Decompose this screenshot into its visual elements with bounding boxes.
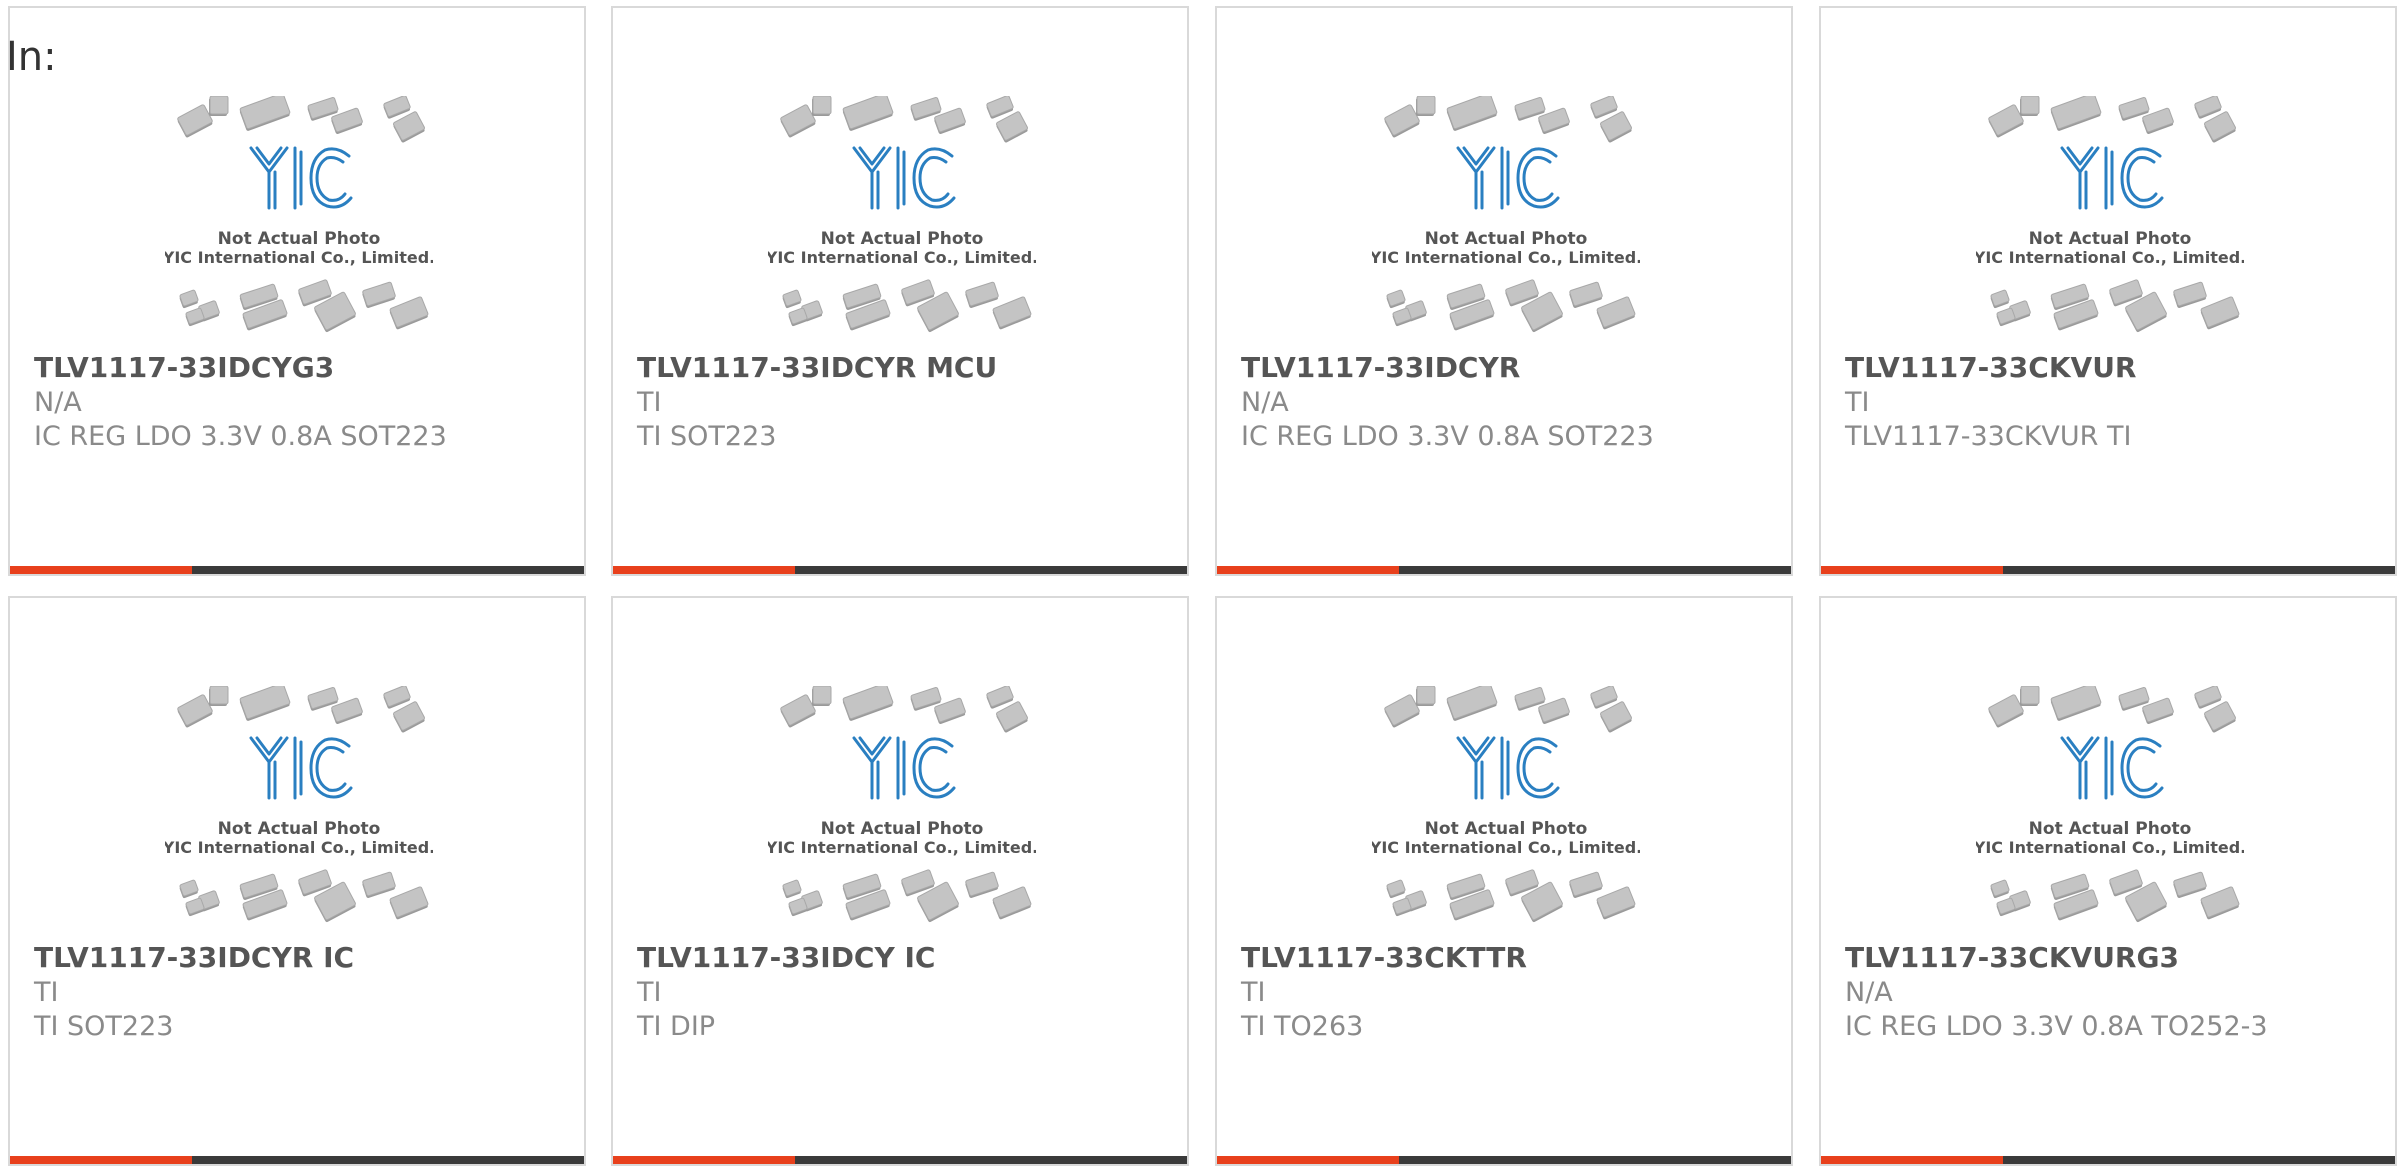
product-photo-placeholder: Not Actual Photo YIC International Co., L… (162, 92, 435, 336)
yic-logo-icon (2060, 146, 2164, 210)
product-grid: Not Actual Photo YIC International Co., L… (8, 6, 2400, 1167)
not-actual-photo-text: Not Actual Photo (821, 229, 984, 249)
yic-logo-icon (852, 736, 956, 800)
not-actual-photo-image: Not Actual PhotoYIC International Co., L… (162, 92, 435, 332)
card-footer-bar (1821, 566, 2395, 574)
not-actual-photo-image: Not Actual PhotoYIC International Co., L… (162, 682, 435, 922)
product-part-number[interactable]: TLV1117-33CKTTR (1241, 940, 1779, 976)
not-actual-photo-image: Not Actual PhotoYIC International Co., L… (1369, 682, 1642, 922)
card-footer-bar (1821, 1156, 2395, 1164)
product-part-number[interactable]: TLV1117-33IDCYR MCU (637, 350, 1175, 386)
product-part-number[interactable]: TLV1117-33IDCYR IC (34, 940, 572, 976)
product-description: TI SOT223 (637, 421, 777, 452)
not-actual-photo-text: Not Actual Photo (1425, 819, 1588, 839)
product-photo-placeholder: Not Actual Photo YIC International Co., L… (1973, 682, 2246, 926)
company-name-text: YIC International Co., Limited. (1372, 248, 1640, 267)
product-part-number[interactable]: TLV1117-33CKVUR (1845, 350, 2383, 386)
company-name-text: YIC International Co., Limited. (1372, 838, 1640, 857)
product-manufacturer: TI (1241, 977, 1266, 1008)
company-name-text: YIC International Co., Limited. (165, 838, 433, 857)
product-description: IC REG LDO 3.3V 0.8A SOT223 (1241, 421, 1654, 452)
not-actual-photo-image: Not Actual PhotoYIC International Co., L… (765, 682, 1038, 922)
product-manufacturer: TI (637, 387, 662, 418)
not-actual-photo-text: Not Actual Photo (1425, 229, 1588, 249)
product-card[interactable]: Not Actual Photo YIC International Co., L… (611, 6, 1189, 576)
card-footer-accent (1217, 566, 1399, 574)
not-actual-photo-image: Not Actual PhotoYIC International Co., L… (1973, 92, 2246, 332)
card-footer-accent (1821, 1156, 2003, 1164)
product-manufacturer: TI (637, 977, 662, 1008)
not-actual-photo-text: Not Actual Photo (2029, 229, 2192, 249)
card-footer-bar (613, 566, 1187, 574)
company-name-text: YIC International Co., Limited. (768, 248, 1036, 267)
product-description: TI DIP (637, 1011, 716, 1042)
company-name-text: YIC International Co., Limited. (1976, 838, 2244, 857)
product-photo-placeholder: Not Actual Photo YIC International Co., L… (162, 682, 435, 926)
product-photo-placeholder: Not Actual Photo YIC International Co., L… (765, 682, 1038, 926)
yic-logo-icon (2060, 736, 2164, 800)
card-footer-bar (10, 1156, 584, 1164)
card-footer-accent (10, 566, 192, 574)
not-actual-photo-image: Not Actual PhotoYIC International Co., L… (1973, 682, 2246, 922)
not-actual-photo-text: Not Actual Photo (2029, 819, 2192, 839)
product-manufacturer: N/A (1241, 387, 1289, 418)
product-card[interactable]: Not Actual Photo YIC International Co., L… (1819, 6, 2397, 576)
product-photo-placeholder: Not Actual Photo YIC International Co., L… (765, 92, 1038, 336)
product-manufacturer: TI (34, 977, 59, 1008)
card-footer-bar (613, 1156, 1187, 1164)
product-photo-placeholder: Not Actual Photo YIC International Co., L… (1973, 92, 2246, 336)
card-footer-bar (10, 566, 584, 574)
product-manufacturer: TI (1845, 387, 1870, 418)
page-label: In: (6, 34, 57, 80)
product-card[interactable]: Not Actual Photo YIC International Co., L… (1819, 596, 2397, 1166)
product-photo-placeholder: Not Actual Photo YIC International Co., L… (1369, 92, 1642, 336)
product-description: IC REG LDO 3.3V 0.8A SOT223 (34, 421, 447, 452)
product-card[interactable]: Not Actual Photo YIC International Co., L… (611, 596, 1189, 1166)
product-card[interactable]: Not Actual Photo YIC International Co., L… (1215, 596, 1793, 1166)
product-manufacturer: N/A (1845, 977, 1893, 1008)
product-part-number[interactable]: TLV1117-33IDCYG3 (34, 350, 572, 386)
not-actual-photo-image: Not Actual PhotoYIC International Co., L… (765, 92, 1038, 332)
product-card[interactable]: Not Actual Photo YIC International Co., L… (8, 596, 586, 1166)
card-footer-accent (1217, 1156, 1399, 1164)
product-description: TI SOT223 (34, 1011, 174, 1042)
company-name-text: YIC International Co., Limited. (165, 248, 433, 267)
card-footer-accent (1821, 566, 2003, 574)
product-card[interactable]: Not Actual Photo YIC International Co., L… (8, 6, 586, 576)
yic-logo-icon (249, 736, 353, 800)
product-manufacturer: N/A (34, 387, 82, 418)
not-actual-photo-text: Not Actual Photo (218, 819, 381, 839)
product-part-number[interactable]: TLV1117-33CKVURG3 (1845, 940, 2383, 976)
card-footer-accent (10, 1156, 192, 1164)
not-actual-photo-text: Not Actual Photo (821, 819, 984, 839)
product-description: IC REG LDO 3.3V 0.8A TO252-3 (1845, 1011, 2268, 1042)
product-photo-placeholder: Not Actual Photo YIC International Co., L… (1369, 682, 1642, 926)
card-footer-bar (1217, 1156, 1791, 1164)
not-actual-photo-text: Not Actual Photo (218, 229, 381, 249)
yic-logo-icon (1456, 146, 1560, 210)
card-footer-accent (613, 1156, 795, 1164)
yic-logo-icon (1456, 736, 1560, 800)
company-name-text: YIC International Co., Limited. (1976, 248, 2244, 267)
product-card[interactable]: Not Actual Photo YIC International Co., L… (1215, 6, 1793, 576)
company-name-text: YIC International Co., Limited. (768, 838, 1036, 857)
card-footer-bar (1217, 566, 1791, 574)
not-actual-photo-image: Not Actual PhotoYIC International Co., L… (1369, 92, 1642, 332)
yic-logo-icon (249, 146, 353, 210)
product-description: TI TO263 (1241, 1011, 1364, 1042)
product-part-number[interactable]: TLV1117-33IDCY IC (637, 940, 1175, 976)
card-footer-accent (613, 566, 795, 574)
yic-logo-icon (852, 146, 956, 210)
product-part-number[interactable]: TLV1117-33IDCYR (1241, 350, 1779, 386)
product-description: TLV1117-33CKVUR TI (1845, 421, 2132, 452)
